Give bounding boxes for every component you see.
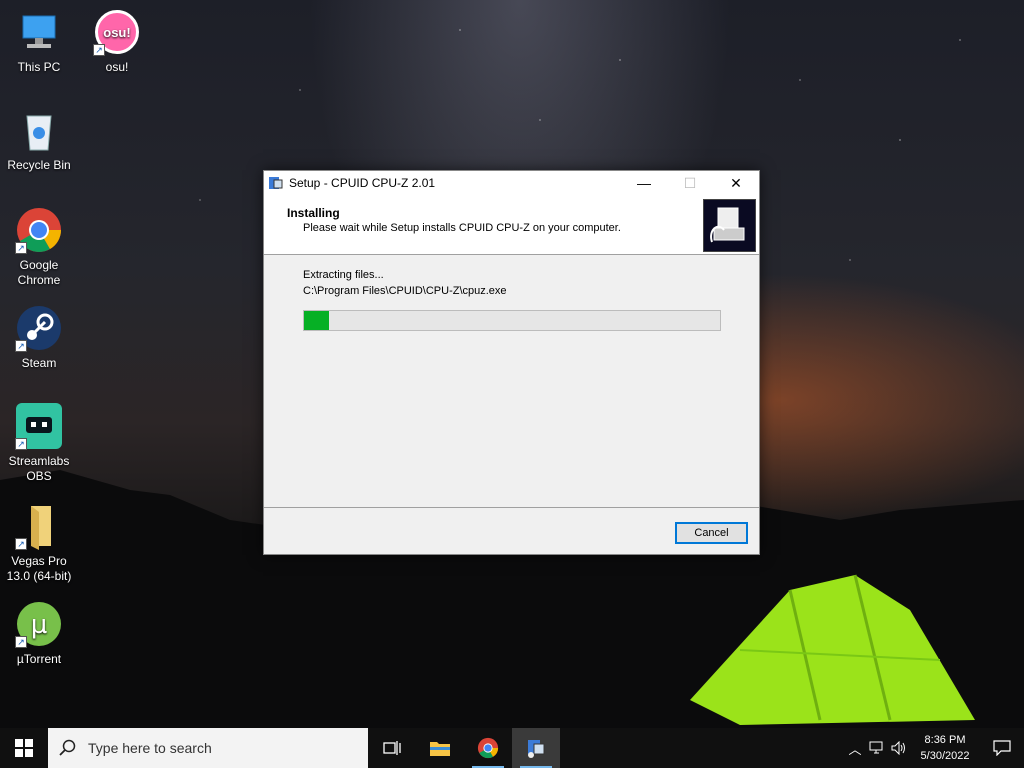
shortcut-arrow-icon: ↗ (15, 636, 27, 648)
desktop-icon-utorrent[interactable]: µ ↗ µTorrent (1, 600, 77, 667)
osu-icon: osu! ↗ (93, 8, 141, 56)
system-tray: ︿ 8:36 PM 5/30/2022 (844, 728, 1024, 768)
chrome-icon (477, 737, 499, 759)
desktop-icon-vegas-pro[interactable]: ↗ Vegas Pro 13.0 (64-bit) (1, 502, 77, 584)
search-icon (48, 739, 88, 757)
setup-app-icon (528, 740, 545, 758)
dialog-footer: Cancel (264, 508, 759, 554)
status-text: Extracting files... (303, 269, 384, 281)
search-placeholder: Type here to search (88, 740, 212, 756)
desktop-icon-label: Steam (21, 356, 57, 370)
taskbar-clock[interactable]: 8:36 PM 5/30/2022 (910, 732, 980, 764)
close-button[interactable]: ✕ (713, 171, 759, 195)
volume-icon[interactable] (888, 741, 910, 755)
minimize-button[interactable]: — (621, 171, 667, 195)
taskbar-google-chrome[interactable] (464, 728, 512, 768)
desktop-icon-google-chrome[interactable]: ↗ Google Chrome (1, 206, 77, 288)
wallpaper-tent (690, 574, 975, 725)
window-title: Setup - CPUID CPU-Z 2.01 (289, 176, 436, 190)
steam-icon: ↗ (15, 304, 63, 352)
shortcut-arrow-icon: ↗ (15, 340, 27, 352)
title-bar[interactable]: Setup - CPUID CPU-Z 2.01 — ☐ ✕ (264, 171, 759, 195)
desktop-icon-label: Streamlabs OBS (8, 454, 70, 483)
installer-logo-icon (703, 199, 756, 252)
desktop-icon-label: Vegas Pro 13.0 (64-bit) (6, 554, 72, 583)
cancel-button[interactable]: Cancel (675, 522, 748, 544)
desktop-icon-osu[interactable]: osu! ↗ osu! (79, 8, 155, 75)
setup-dialog: Setup - CPUID CPU-Z 2.01 — ☐ ✕ Installin… (263, 170, 760, 555)
recycle-bin-icon (15, 106, 63, 154)
chevron-up-icon[interactable]: ︿ (844, 739, 866, 758)
shortcut-arrow-icon: ↗ (93, 44, 105, 56)
dialog-body: Extracting files... C:\Program Files\CPU… (264, 255, 759, 508)
svg-text:µ: µ (31, 610, 48, 640)
desktop-icon-streamlabs-obs[interactable]: ↗ Streamlabs OBS (1, 402, 77, 484)
shortcut-arrow-icon: ↗ (15, 438, 27, 450)
header-title: Installing (287, 206, 340, 220)
shortcut-arrow-icon: ↗ (15, 538, 27, 550)
progress-bar-fill (304, 311, 329, 330)
desktop-icon-label: This PC (17, 60, 61, 74)
taskbar-search-box[interactable]: Type here to search (48, 728, 368, 768)
file-path-text: C:\Program Files\CPUID\CPU-Z\cpuz.exe (303, 285, 507, 297)
maximize-button: ☐ (683, 174, 697, 191)
windows-logo-icon (15, 739, 33, 757)
desktop-icon-label: Recycle Bin (7, 158, 71, 172)
desktop-icon-label: osu! (105, 60, 129, 74)
network-icon[interactable] (866, 741, 888, 755)
chrome-icon: ↗ (15, 206, 63, 254)
clock-time: 8:36 PM (924, 734, 966, 746)
dialog-header: Installing Please wait while Setup insta… (264, 195, 759, 255)
taskbar-file-explorer[interactable] (416, 728, 464, 768)
start-button[interactable] (0, 728, 48, 768)
file-explorer-icon (430, 742, 450, 756)
utorrent-icon: µ ↗ (15, 600, 63, 648)
computer-icon (15, 8, 63, 56)
streamlabs-icon: ↗ (15, 402, 63, 450)
notification-center-icon[interactable] (980, 740, 1024, 756)
desktop-icon-steam[interactable]: ↗ Steam (1, 304, 77, 371)
progress-bar (303, 310, 721, 331)
task-view-icon (383, 741, 401, 755)
header-subtitle: Please wait while Setup installs CPUID C… (303, 222, 621, 234)
taskbar: Type here to search ︿ 8:36 PM 5/30/2022 (0, 728, 1024, 768)
task-view-button[interactable] (368, 728, 416, 768)
shortcut-arrow-icon: ↗ (15, 242, 27, 254)
folder-icon: ↗ (15, 502, 63, 550)
desktop-icon-label: Google Chrome (17, 258, 61, 287)
setup-app-icon (269, 177, 283, 189)
desktop-icon-recycle-bin[interactable]: Recycle Bin (1, 106, 77, 173)
desktop-icon-label: µTorrent (16, 652, 62, 666)
clock-date: 5/30/2022 (920, 750, 970, 762)
desktop-icon-this-pc[interactable]: This PC (1, 8, 77, 75)
taskbar-setup-cpuz[interactable] (512, 728, 560, 768)
